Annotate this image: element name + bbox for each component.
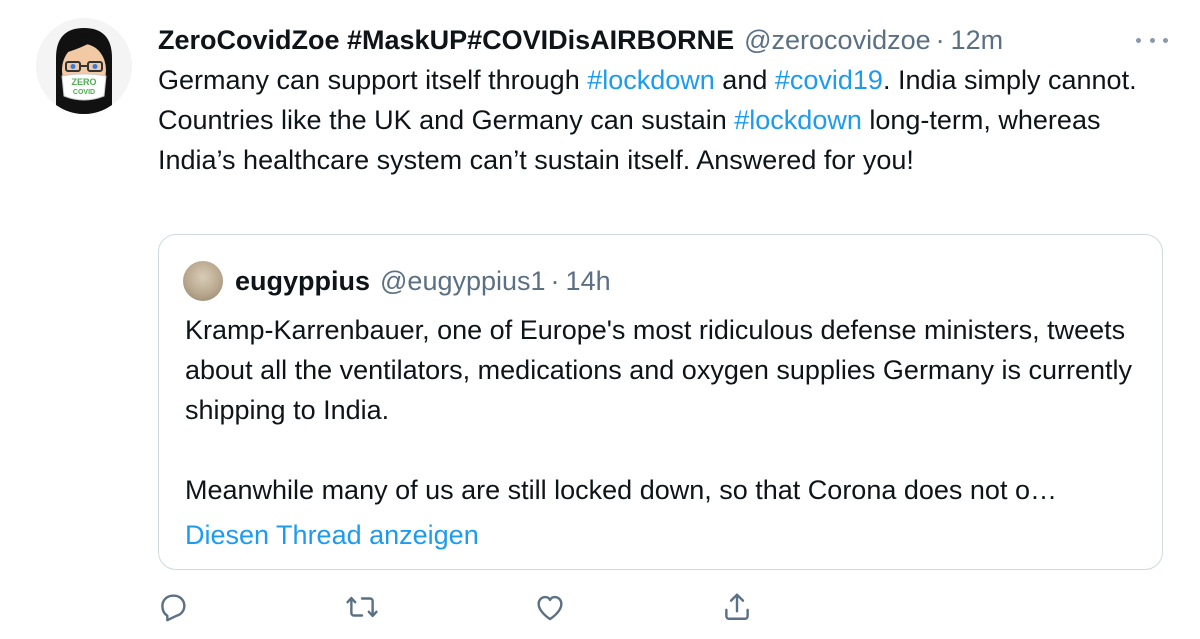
hashtag-link[interactable]: #lockdown: [734, 105, 862, 135]
more-horizontal-icon-dot: [1163, 37, 1168, 43]
avatar-covid-text: COVID: [73, 89, 95, 96]
more-horizontal-icon-dot: [1149, 37, 1155, 43]
reply-button[interactable]: [156, 590, 190, 624]
avatar-illustration: ZERO COVID: [36, 18, 132, 114]
more-horizontal-icon: [1136, 37, 1141, 43]
quoted-paragraph-1: Kramp-Karrenbauer, one of Europe's most …: [185, 315, 1132, 425]
more-options-button[interactable]: [1132, 28, 1172, 52]
quoted-tweet-text: Kramp-Karrenbauer, one of Europe's most …: [185, 310, 1145, 510]
share-button[interactable]: [720, 590, 754, 624]
quoted-author-avatar[interactable]: [183, 261, 223, 301]
author-display-name[interactable]: ZeroCovidZoe #MaskUP#COVIDisAIRBORNE: [158, 22, 734, 58]
tweet-header: ZeroCovidZoe #MaskUP#COVIDisAIRBORNE @ze…: [158, 22, 1003, 58]
retweet-button[interactable]: [345, 590, 379, 624]
quoted-tweet-card[interactable]: eugyppius @eugyppius1 · 14h Kramp-Karren…: [158, 234, 1163, 570]
show-thread-link[interactable]: Diesen Thread anzeigen: [185, 516, 479, 554]
like-button[interactable]: [533, 590, 567, 624]
tweet-text-segment: and: [714, 65, 775, 95]
author-handle[interactable]: @zerocovidzoe: [744, 22, 931, 58]
hashtag-link[interactable]: #lockdown: [587, 65, 715, 95]
author-avatar[interactable]: ZERO COVID: [36, 18, 132, 114]
quoted-author-display-name[interactable]: eugyppius: [235, 266, 370, 297]
heart-icon: [537, 595, 563, 621]
tweet-text: Germany can support itself through #lock…: [158, 60, 1148, 180]
quoted-paragraph-2: Meanwhile many of us are still locked do…: [185, 475, 1057, 505]
share-icon: [725, 593, 749, 620]
quoted-header-separator: ·: [550, 265, 560, 296]
avatar-zero-text: ZERO: [71, 77, 96, 87]
quoted-tweet-header: eugyppius @eugyppius1 · 14h: [235, 262, 611, 300]
retweet-icon: [346, 596, 378, 618]
tweet-text-segment: Germany can support itself through: [158, 65, 588, 95]
tweet-timestamp[interactable]: 12m: [951, 22, 1004, 58]
header-separator: ·: [935, 25, 945, 55]
reply-icon: [161, 594, 186, 622]
hashtag-link[interactable]: #covid19: [775, 65, 883, 95]
quoted-tweet-timestamp[interactable]: 14h: [566, 266, 611, 297]
quoted-author-handle[interactable]: @eugyppius1: [380, 266, 546, 297]
